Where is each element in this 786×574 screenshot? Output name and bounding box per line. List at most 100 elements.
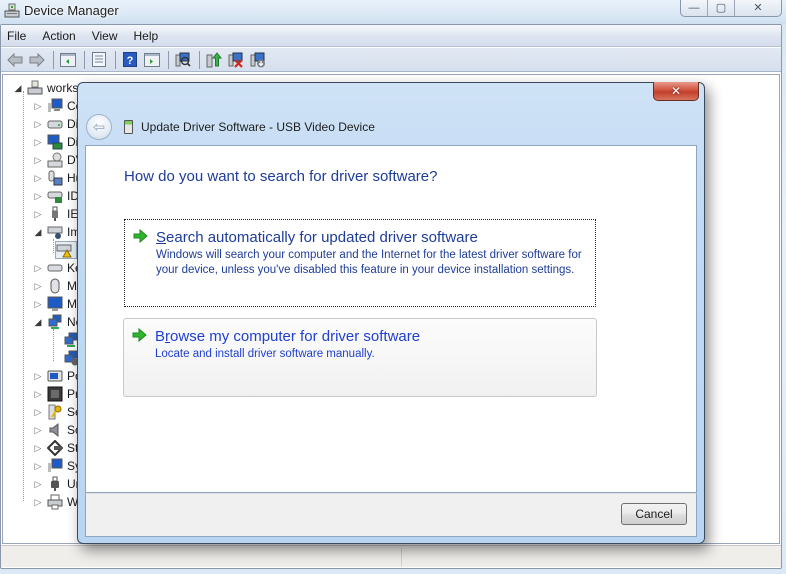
tree-item[interactable]: ▷ W — [33, 493, 78, 511]
usb-controller-icon — [51, 476, 59, 491]
minimize-icon: — — [688, 1, 700, 14]
disk-drive-icon — [47, 120, 63, 129]
close-icon: ✕ — [753, 2, 763, 14]
tree-item[interactable]: ◢ Ne — [33, 313, 82, 331]
update-driver-button[interactable] — [204, 51, 224, 69]
option-title: Search automatically for updated driver … — [156, 229, 478, 246]
menu-action[interactable]: Action — [42, 29, 75, 43]
arrow-left-icon — [7, 52, 23, 67]
maximize-button[interactable]: ▢ — [708, 0, 735, 16]
window-title: Device Manager — [24, 3, 119, 18]
mouse-icon — [50, 278, 60, 294]
tree-item[interactable]: ▷ Un — [33, 475, 82, 493]
green-arrow-icon — [132, 327, 147, 343]
svg-text:?: ? — [127, 55, 134, 67]
system-device-icon — [48, 458, 63, 472]
tree-root-label: works — [47, 81, 79, 95]
toolbar-separator — [53, 50, 54, 69]
scan-hardware-button[interactable] — [173, 51, 193, 69]
hid-icon — [48, 170, 63, 186]
option-title: Browse my computer for driver software — [155, 328, 421, 345]
status-bar — [1, 545, 781, 567]
console-tree-button[interactable] — [58, 51, 78, 69]
dialog-back-button[interactable]: ⇦ — [86, 114, 112, 140]
caption-buttons: — ▢ ✕ — [680, 0, 782, 17]
device-manager-icon — [4, 3, 20, 18]
tree-item[interactable]: ▷ Di — [33, 115, 79, 133]
close-button[interactable]: ✕ — [735, 0, 781, 16]
computer-icon — [48, 98, 63, 112]
tree-item[interactable]: ▷ Ke — [33, 259, 82, 277]
disable-device-icon — [250, 52, 265, 67]
menu-help[interactable]: Help — [134, 29, 159, 43]
tree-item[interactable]: ▷ Co — [33, 97, 82, 115]
storage-controller-icon — [47, 440, 63, 456]
port-icon — [47, 370, 63, 382]
dialog-content: How do you want to search for driver sof… — [85, 145, 697, 493]
usb-device-icon — [124, 120, 133, 134]
dialog-close-button[interactable]: ✕ — [653, 82, 699, 101]
tree-item[interactable]: ▷ IE — [33, 205, 78, 223]
toolbar-separator — [168, 50, 169, 69]
computer-root-icon — [27, 80, 43, 95]
minimize-button[interactable]: — — [681, 0, 708, 16]
tree-item[interactable]: ▷ St — [33, 439, 78, 457]
menu-file[interactable]: File — [7, 29, 26, 43]
tree-item[interactable]: ▷ Pr — [33, 385, 79, 403]
toolbar-separator — [84, 50, 85, 69]
title-bar[interactable]: Device Manager — [0, 0, 786, 24]
tree-item[interactable]: ▷ Hu — [33, 169, 82, 187]
tree-line — [23, 91, 24, 501]
maximize-icon: ▢ — [715, 2, 727, 14]
tree-item[interactable]: ▷ Sy — [33, 457, 81, 475]
keyboard-icon — [47, 264, 63, 272]
printer-icon — [47, 494, 63, 510]
toolbar-separator — [115, 50, 116, 69]
update-driver-icon — [206, 51, 222, 67]
tree-item[interactable]: ▷ So — [33, 421, 82, 439]
ieee1394-icon — [52, 206, 58, 221]
security-device-icon — [48, 404, 62, 420]
dialog-header: ⇦ Update Driver Software - USB Video Dev… — [86, 114, 375, 140]
forward-button[interactable] — [27, 51, 47, 69]
help-button[interactable]: ? — [120, 51, 140, 69]
action-pane-button[interactable] — [142, 51, 162, 69]
action-pane-icon — [144, 52, 160, 67]
ide-controller-icon — [47, 191, 63, 203]
console-tree-icon — [60, 52, 76, 67]
sound-icon — [49, 422, 59, 438]
update-driver-dialog: ✕ ⇦ Update Driver Software - USB Video D… — [77, 82, 705, 544]
search-automatically-option[interactable]: Search automatically for updated driver … — [124, 219, 596, 307]
display-adapter-icon — [47, 134, 63, 150]
tree-item[interactable]: ▷ ID — [33, 187, 79, 205]
toolbar: ? — [1, 48, 781, 72]
collapse-icon[interactable]: ◢ — [13, 83, 23, 94]
tree-item[interactable]: ▷ Mi — [33, 277, 80, 295]
dvd-drive-icon — [47, 152, 63, 168]
back-button[interactable] — [5, 51, 25, 69]
close-icon: ✕ — [670, 84, 682, 98]
tree-item-selected[interactable] — [55, 241, 77, 259]
tree-item[interactable]: ▷ Se — [33, 403, 82, 421]
uninstall-button[interactable] — [226, 51, 246, 69]
network-adapter-icon — [48, 314, 62, 329]
back-arrow-icon: ⇦ — [92, 119, 106, 136]
menu-view[interactable]: View — [92, 29, 118, 43]
disable-device-button[interactable] — [248, 51, 268, 69]
tree-item[interactable]: ▷ Di — [33, 133, 78, 151]
imaging-device-icon — [47, 226, 63, 239]
option-description: Locate and install driver software manua… — [155, 348, 375, 360]
menu-bar: File Action View Help — [1, 25, 781, 47]
monitor-icon — [47, 296, 63, 311]
uninstall-icon — [228, 52, 243, 68]
help-icon: ? — [123, 52, 137, 67]
tree-item[interactable]: ▷ Po — [33, 367, 82, 385]
browse-computer-option[interactable]: Browse my computer for driver software L… — [123, 318, 597, 397]
tree-item[interactable]: ◢ Im — [33, 223, 80, 241]
properties-button[interactable] — [89, 51, 109, 69]
cancel-button[interactable]: Cancel — [621, 503, 687, 525]
arrow-right-icon — [29, 52, 45, 67]
properties-icon — [92, 52, 106, 67]
processor-icon — [47, 386, 63, 402]
tree-root[interactable]: ◢ works — [13, 79, 78, 97]
